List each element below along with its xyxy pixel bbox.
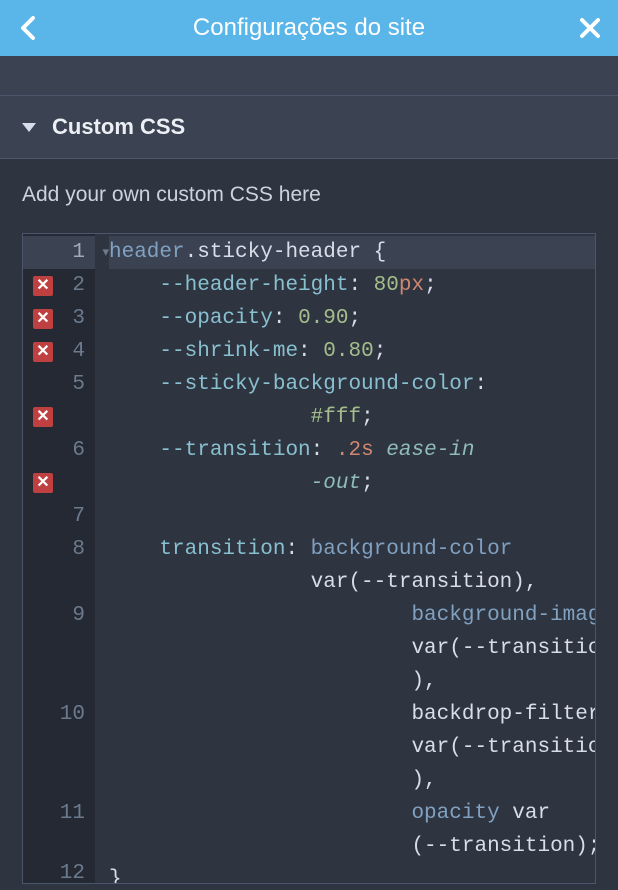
code-line[interactable]: --header-height: 80px; xyxy=(109,269,595,302)
code-line[interactable]: --shrink-me: 0.80; xyxy=(109,335,595,368)
error-icon[interactable]: ✕ xyxy=(33,342,53,362)
section-description: Add your own custom CSS here xyxy=(0,159,618,225)
modal-header: Configurações do site xyxy=(0,0,618,56)
code-line[interactable]: --sticky-background-color: xyxy=(109,368,595,401)
code-line[interactable]: --opacity: 0.90; xyxy=(109,302,595,335)
code-line[interactable]: opacity var xyxy=(109,797,595,830)
gutter-line: 9 xyxy=(23,599,95,632)
gutter-line: 12 xyxy=(23,863,95,883)
gutter-line xyxy=(23,632,95,665)
code-line[interactable]: backdrop-filter xyxy=(109,698,595,731)
error-icon[interactable]: ✕ xyxy=(33,276,53,296)
modal-title: Configurações do site xyxy=(42,14,576,42)
spacer xyxy=(0,56,618,96)
code-line[interactable]: } xyxy=(109,863,595,883)
code-line[interactable]: --transition: .2s ease-in xyxy=(109,434,595,467)
section-title: Custom CSS xyxy=(52,114,185,140)
error-icon[interactable]: ✕ xyxy=(33,309,53,329)
code-line[interactable]: -out; xyxy=(109,467,595,500)
code-line[interactable]: #fff; xyxy=(109,401,595,434)
gutter-line: 10 xyxy=(23,698,95,731)
gutter-line xyxy=(23,665,95,698)
gutter-line: 3✕ xyxy=(23,302,95,335)
close-button[interactable] xyxy=(576,14,604,42)
gutter-line xyxy=(23,764,95,797)
code-line[interactable]: ), xyxy=(109,764,595,797)
code-line[interactable]: var(--transition xyxy=(109,731,595,764)
code-line[interactable]: ), xyxy=(109,665,595,698)
css-editor[interactable]: 12✕3✕4✕5✕ 6✕ 78 9 10 11 12 header.sticky-heade… xyxy=(22,233,596,884)
section-header-custom-css[interactable]: Custom CSS xyxy=(0,96,618,159)
gutter-line xyxy=(23,401,95,434)
gutter-line: 8 xyxy=(23,533,95,566)
code-line[interactable]: var(--transition), xyxy=(109,566,595,599)
code-line[interactable]: (--transition); xyxy=(109,830,595,863)
code-line[interactable]: background-image xyxy=(109,599,595,632)
gutter-line xyxy=(23,731,95,764)
code-line[interactable]: var(--transition xyxy=(109,632,595,665)
gutter-line: 2✕ xyxy=(23,269,95,302)
gutter-line: 6✕ xyxy=(23,434,95,467)
code-line[interactable] xyxy=(109,500,595,533)
gutter-line: 4✕ xyxy=(23,335,95,368)
code-line[interactable]: transition: background-color xyxy=(109,533,595,566)
gutter-line: 11 xyxy=(23,797,95,830)
code-line[interactable]: header.sticky-header { xyxy=(109,236,595,269)
editor-gutter: 12✕3✕4✕5✕ 6✕ 78 9 10 11 12 xyxy=(23,234,95,883)
gutter-line xyxy=(23,467,95,500)
back-button[interactable] xyxy=(14,14,42,42)
editor-code[interactable]: header.sticky-header { --header-height: … xyxy=(95,234,595,883)
gutter-line: 1 xyxy=(23,236,95,269)
gutter-line: 5✕ xyxy=(23,368,95,401)
gutter-line xyxy=(23,566,95,599)
gutter-line: 7 xyxy=(23,500,95,533)
chevron-down-icon xyxy=(22,123,36,132)
